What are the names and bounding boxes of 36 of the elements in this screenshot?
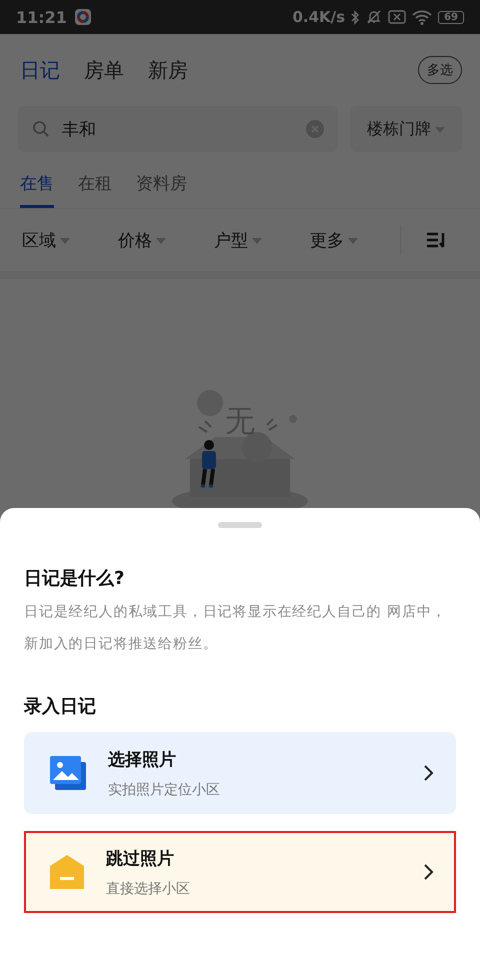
- house-icon: [50, 855, 84, 889]
- sheet-title: 日记是什么?: [24, 567, 126, 590]
- search-icon: [32, 120, 50, 138]
- top-tab[interactable]: 新房: [148, 56, 188, 84]
- network-speed: 0.4K/s: [292, 8, 346, 26]
- building-dropdown[interactable]: 楼栋门牌: [350, 106, 462, 152]
- search-field[interactable]: 丰和: [18, 106, 338, 152]
- sub-tab[interactable]: 在售: [20, 172, 54, 208]
- image-icon: [50, 756, 86, 790]
- clear-icon[interactable]: [306, 120, 324, 138]
- option-card[interactable]: 跳过照片 直接选择小区: [24, 831, 456, 913]
- option-subtitle: 直接选择小区: [106, 880, 191, 898]
- top-tab[interactable]: 日记: [20, 56, 60, 84]
- sub-tab[interactable]: 资料房: [136, 172, 187, 208]
- top-tab[interactable]: 房单: [84, 56, 124, 84]
- filter-dropdown[interactable]: 区域: [22, 228, 118, 252]
- drag-handle[interactable]: [218, 522, 262, 528]
- chevron-right-icon: [424, 765, 434, 781]
- status-time: 11:21: [16, 8, 67, 26]
- chevron-right-icon: [424, 864, 434, 880]
- battery-indicator: 69: [438, 10, 464, 24]
- bluetooth-icon: [351, 10, 360, 24]
- section-title: 录入日记: [24, 695, 97, 718]
- filter-dropdown[interactable]: 价格: [118, 228, 214, 252]
- no-sim-icon: [388, 10, 406, 24]
- sub-tab[interactable]: 在租: [78, 172, 112, 208]
- filter-dropdown[interactable]: 户型: [214, 228, 310, 252]
- multi-select-button[interactable]: 多选: [418, 56, 462, 84]
- option-title: 跳过照片: [106, 848, 175, 870]
- option-card[interactable]: 选择照片 实拍照片定位小区: [24, 732, 456, 814]
- option-title: 选择照片: [108, 748, 177, 770]
- sheet-description: 日记是经纪人的私域工具，日记将显示在经纪人自己的 网店中，新加入的日记将推送给粉丝。: [24, 603, 448, 654]
- muted-bell-icon: [366, 9, 382, 25]
- option-subtitle: 实拍照片定位小区: [108, 780, 221, 798]
- app-icon: [74, 9, 91, 25]
- wifi-icon: [412, 10, 432, 24]
